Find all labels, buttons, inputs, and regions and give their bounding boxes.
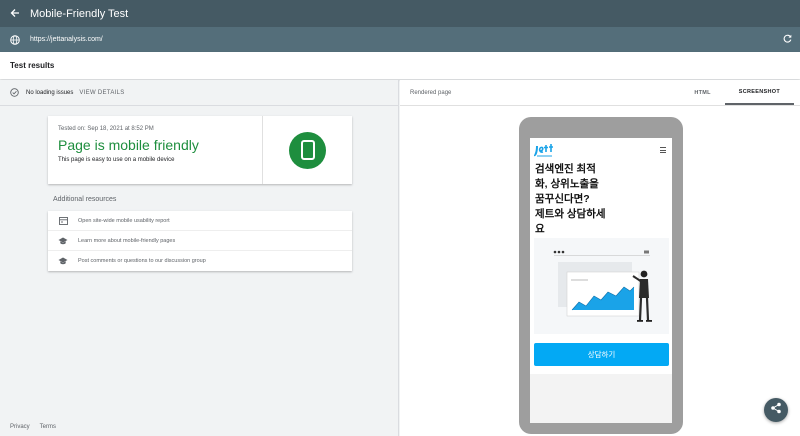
app-header: Mobile-Friendly Test bbox=[0, 0, 800, 436]
screenshot-bottom-area bbox=[530, 374, 672, 423]
results-title: Test results bbox=[10, 61, 55, 70]
mobile-friendly-card: Tested on: Sep 18, 2021 at 8:52 PM Page … bbox=[48, 116, 352, 184]
share-icon bbox=[770, 401, 782, 419]
tested-on-text: Tested on: Sep 18, 2021 at 8:52 PM bbox=[58, 126, 154, 132]
back-arrow-icon[interactable] bbox=[0, 6, 30, 21]
reload-icon[interactable] bbox=[783, 34, 792, 46]
result-subtext: This page is easy to use on a mobile dev… bbox=[58, 157, 175, 163]
globe-icon bbox=[0, 34, 30, 45]
share-button[interactable] bbox=[764, 398, 788, 422]
school-icon bbox=[48, 257, 78, 265]
privacy-link[interactable]: Privacy bbox=[10, 424, 30, 430]
mobile-device-icon bbox=[289, 131, 326, 169]
additional-resources-title: Additional resources bbox=[53, 196, 117, 203]
url-field[interactable]: https://jettanalysis.com/ bbox=[30, 36, 103, 43]
phone-screenshot: 검색엔진 최적 화, 상위노출을 꿈꾸신다면? 제트와 상담하세 요 상담하기 bbox=[530, 138, 672, 423]
resource-item[interactable]: Post comments or questions to our discus… bbox=[48, 251, 352, 271]
analytics-illustration bbox=[534, 238, 669, 334]
phone-headline-line: 제트와 상담하세 bbox=[535, 208, 606, 220]
resource-item[interactable]: Open site-wide mobile usability report bbox=[48, 211, 352, 231]
resource-item-label: Open site-wide mobile usability report bbox=[78, 217, 170, 224]
results-panel: No loading issues VIEW DETAILS Tested on… bbox=[0, 80, 399, 436]
report-icon bbox=[48, 216, 78, 225]
url-bar: https://jettanalysis.com/ bbox=[0, 27, 800, 52]
result-headline: Page is mobile friendly bbox=[58, 137, 199, 153]
results-header: Test results bbox=[0, 52, 800, 79]
terms-link[interactable]: Terms bbox=[40, 424, 56, 430]
school-icon bbox=[48, 237, 78, 245]
resource-item-label: Learn more about mobile-friendly pages bbox=[78, 237, 176, 244]
tab-html[interactable]: HTML bbox=[680, 80, 724, 105]
loading-status-row: No loading issues VIEW DETAILS bbox=[0, 80, 398, 106]
phone-headline-line: 요 bbox=[535, 223, 545, 235]
consult-button[interactable]: 상담하기 bbox=[534, 343, 669, 366]
resource-item-label: Post comments or questions to our discus… bbox=[78, 258, 206, 264]
phone-frame: 검색엔진 최적 화, 상위노출을 꿈꾸신다면? 제트와 상담하세 요 상담하기 bbox=[519, 117, 683, 434]
phone-headline-line: 검색엔진 최적 bbox=[535, 163, 596, 175]
rendered-page-header: Rendered page HTML SCREENSHOT bbox=[400, 80, 800, 106]
footer-links: Privacy Terms bbox=[10, 424, 56, 430]
rendered-page-label: Rendered page bbox=[410, 89, 452, 96]
phone-headline-line: 화, 상위노출을 bbox=[535, 178, 599, 190]
phone-headline: 검색엔진 최적 화, 상위노출을 꿈꾸신다면? 제트와 상담하세 요 bbox=[535, 162, 645, 237]
tab-screenshot[interactable]: SCREENSHOT bbox=[724, 80, 794, 105]
rendered-page-panel: Rendered page HTML SCREENSHOT 검색엔진 최적 화,… bbox=[400, 80, 800, 436]
phone-headline-line: 꿈꾸신다면? bbox=[535, 193, 590, 205]
loading-status-text: No loading issues bbox=[26, 89, 74, 96]
resource-item[interactable]: Learn more about mobile-friendly pages bbox=[48, 231, 352, 251]
app-title: Mobile-Friendly Test bbox=[30, 7, 129, 20]
check-circle-icon bbox=[10, 88, 19, 97]
resources-list: Open site-wide mobile usability report L… bbox=[48, 211, 352, 271]
view-details-link[interactable]: VIEW DETAILS bbox=[79, 90, 124, 96]
hamburger-menu-icon[interactable] bbox=[660, 147, 666, 153]
